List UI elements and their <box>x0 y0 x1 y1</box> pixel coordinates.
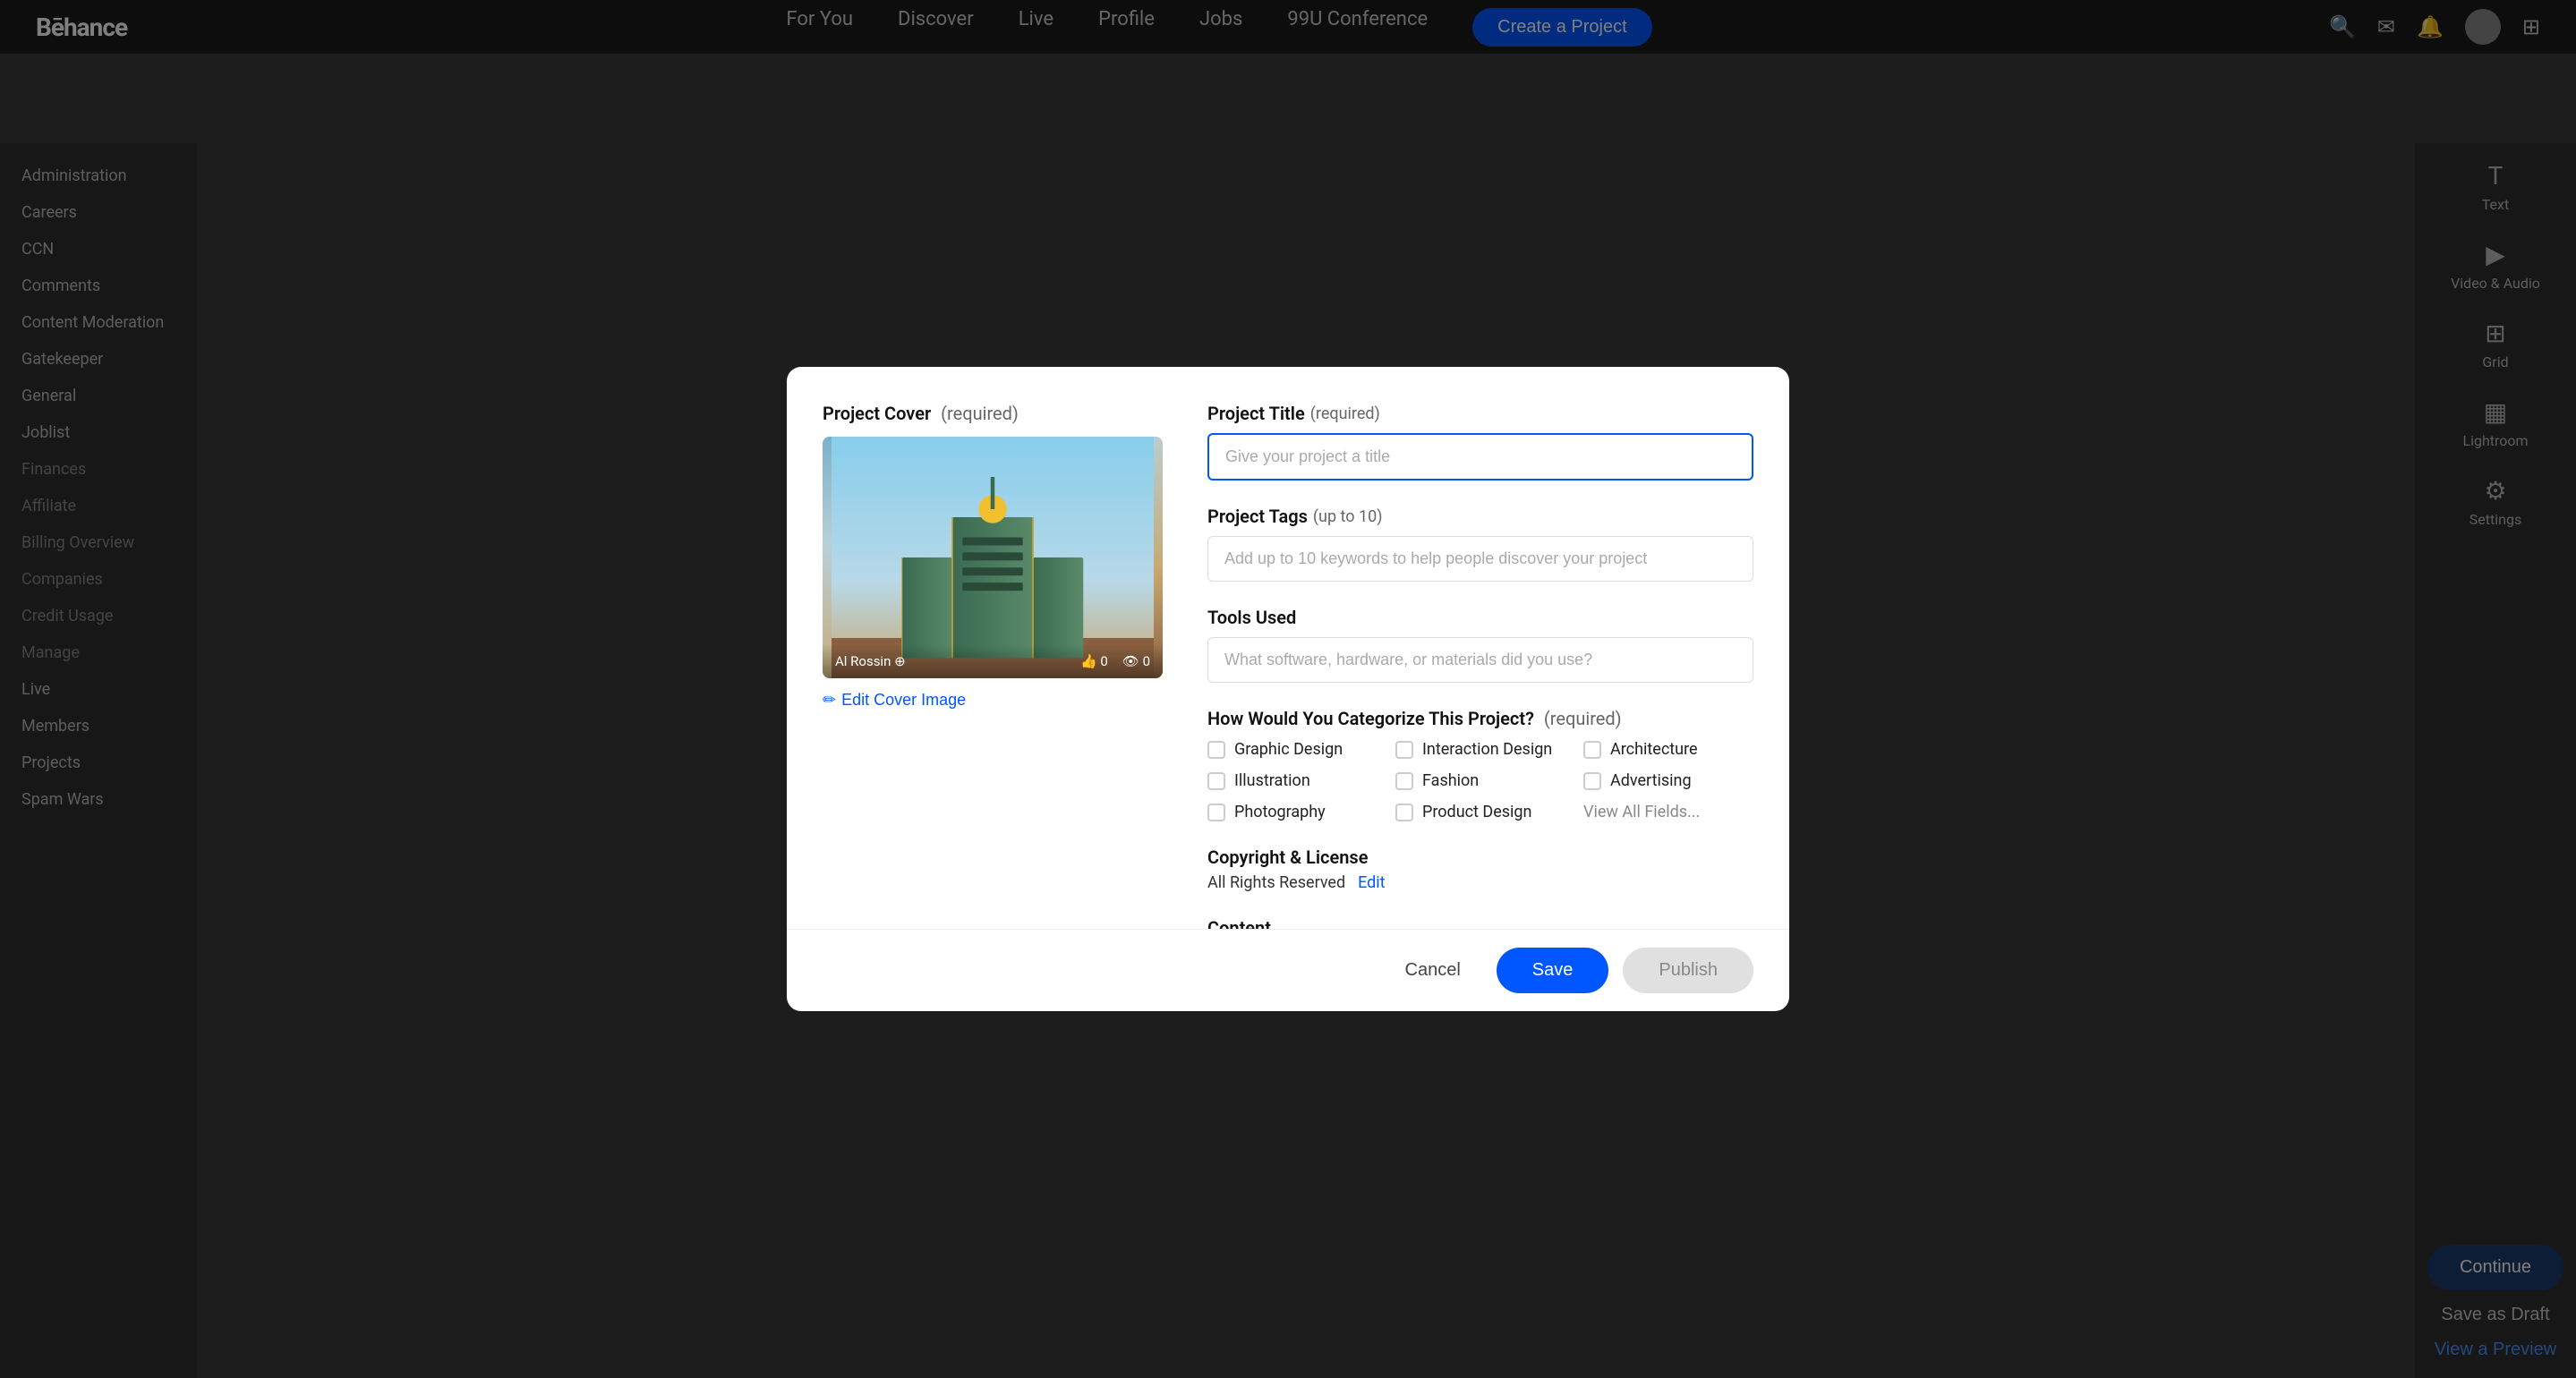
project-tags-input[interactable] <box>1207 536 1753 582</box>
title-label: Project Title (required) <box>1207 403 1753 424</box>
cover-author: Al Rossin ⊕ <box>835 653 906 669</box>
form-panel: Project Title (required) Project Tags (u… <box>1207 403 1753 893</box>
categories-required: (required) <box>1544 708 1622 729</box>
cover-image-container: Al Rossin ⊕ 👍 0 👁 0 <box>823 437 1163 678</box>
modal-footer: Cancel Save Publish <box>787 929 1789 1011</box>
cover-image <box>823 437 1163 678</box>
cover-likes: 👍 0 <box>1080 653 1108 669</box>
categories-group: How Would You Categorize This Project? (… <box>1207 708 1753 821</box>
modal-body: Project Cover (required) <box>787 367 1789 929</box>
title-required: (required) <box>1310 404 1380 423</box>
title-group: Project Title (required) <box>1207 403 1753 481</box>
modal-overlay: Project Cover (required) <box>0 0 2576 1378</box>
checkbox-graphic-design[interactable] <box>1207 741 1225 759</box>
cover-stats: 👍 0 👁 0 <box>1080 653 1150 669</box>
edit-cover-button[interactable]: ✏ Edit Cover Image <box>823 691 966 710</box>
category-interaction-design[interactable]: Interaction Design <box>1395 740 1565 759</box>
cover-required: (required) <box>941 403 1019 424</box>
cancel-button[interactable]: Cancel <box>1384 949 1482 991</box>
checkbox-illustration[interactable] <box>1207 772 1225 790</box>
tools-used-input[interactable] <box>1207 637 1753 683</box>
checkbox-fashion[interactable] <box>1395 772 1413 790</box>
save-button[interactable]: Save <box>1497 948 1609 993</box>
cover-views: 👁 0 <box>1122 653 1150 669</box>
checkbox-advertising[interactable] <box>1583 772 1601 790</box>
checkbox-product-design[interactable] <box>1395 804 1413 821</box>
categories-label: How Would You Categorize This Project? (… <box>1207 708 1753 729</box>
tags-group: Project Tags (up to 10) <box>1207 506 1753 582</box>
copyright-value: All Rights Reserved <box>1207 873 1345 892</box>
tools-group: Tools Used <box>1207 607 1753 683</box>
copyright-group: Copyright & License All Rights Reserved … <box>1207 846 1753 892</box>
category-fashion[interactable]: Fashion <box>1395 771 1565 790</box>
cover-overlay: Al Rossin ⊕ 👍 0 👁 0 <box>823 644 1163 678</box>
publish-button[interactable]: Publish <box>1623 948 1753 993</box>
category-product-design[interactable]: Product Design <box>1395 803 1565 821</box>
copyright-edit-link[interactable]: Edit <box>1358 873 1385 892</box>
checkbox-photography[interactable] <box>1207 804 1225 821</box>
category-graphic-design[interactable]: Graphic Design <box>1207 740 1378 759</box>
categories-grid: Graphic Design Interaction Design Archit… <box>1207 740 1753 821</box>
category-advertising[interactable]: Advertising <box>1583 771 1753 790</box>
cover-panel: Project Cover (required) <box>823 403 1163 893</box>
tools-label: Tools Used <box>1207 607 1753 628</box>
project-settings-modal: Project Cover (required) <box>787 367 1789 1011</box>
pencil-icon: ✏ <box>823 691 836 710</box>
checkbox-interaction-design[interactable] <box>1395 741 1413 759</box>
copyright-label: Copyright & License <box>1207 846 1753 868</box>
checkbox-architecture[interactable] <box>1583 741 1601 759</box>
project-title-input[interactable] <box>1207 433 1753 481</box>
category-architecture[interactable]: Architecture <box>1583 740 1753 759</box>
content-label: Content <box>1207 917 1753 929</box>
copyright-row: All Rights Reserved Edit <box>1207 873 1753 892</box>
tags-sublabel: (up to 10) <box>1313 507 1383 526</box>
content-group: Content <box>1207 917 1753 929</box>
cover-art <box>823 437 1163 678</box>
tags-label: Project Tags (up to 10) <box>1207 506 1753 527</box>
view-all-fields-link[interactable]: View All Fields... <box>1583 803 1753 821</box>
category-photography[interactable]: Photography <box>1207 803 1378 821</box>
cover-label: Project Cover (required) <box>823 403 1163 424</box>
category-illustration[interactable]: Illustration <box>1207 771 1378 790</box>
